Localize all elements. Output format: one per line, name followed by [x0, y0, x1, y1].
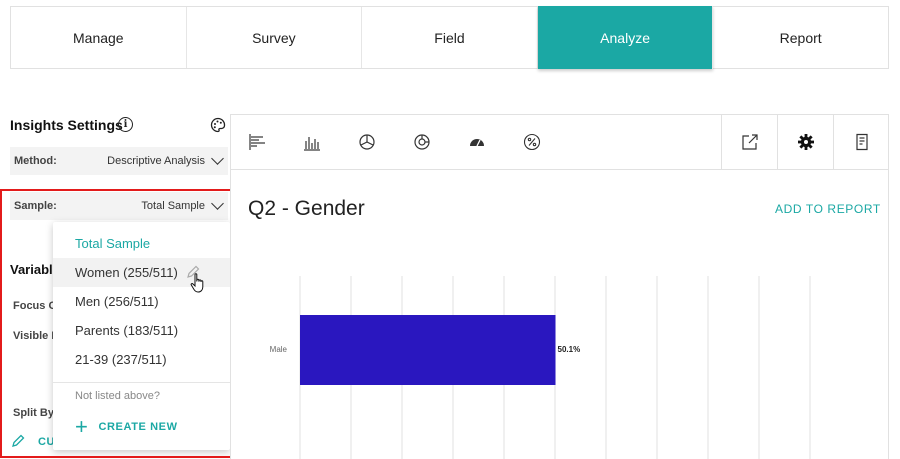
tab-survey[interactable]: Survey	[187, 7, 363, 68]
tab-field[interactable]: Field	[362, 7, 538, 68]
percentage-chart-icon[interactable]	[523, 133, 541, 151]
info-icon[interactable]: i	[118, 117, 133, 132]
method-value: Descriptive Analysis	[107, 155, 205, 167]
gear-icon	[797, 134, 814, 150]
gauge-chart-icon[interactable]	[468, 133, 486, 151]
bar-chart: Male 50.1%	[270, 276, 811, 459]
chart-title: Q2 - Gender	[248, 197, 365, 220]
settings-button[interactable]	[777, 115, 833, 169]
tab-report[interactable]: Report	[713, 7, 888, 68]
top-nav: Manage Survey Field Analyze Report	[10, 6, 889, 69]
external-link-icon	[741, 134, 758, 150]
highlight-box	[0, 189, 237, 458]
donut-chart-icon[interactable]	[413, 133, 431, 151]
insights-settings-title: Insights Settings	[10, 117, 123, 133]
method-label: Method:	[14, 155, 57, 167]
document-icon	[855, 133, 868, 151]
tab-manage[interactable]: Manage	[11, 7, 187, 68]
chevron-down-icon	[211, 152, 224, 165]
horizontal-bar-chart-icon[interactable]	[249, 133, 267, 151]
add-to-report-button[interactable]: ADD TO REPORT	[775, 202, 881, 216]
tab-analyze[interactable]: Analyze	[537, 6, 714, 69]
bar-male[interactable]	[300, 315, 556, 385]
method-select[interactable]: Method: Descriptive Analysis	[10, 147, 228, 175]
chart-toolbar	[230, 114, 889, 170]
notes-button[interactable]	[833, 115, 889, 169]
value-label: 50.1%	[558, 345, 581, 354]
pie-chart-icon[interactable]	[358, 133, 376, 151]
column-chart-icon[interactable]	[303, 133, 321, 151]
palette-icon[interactable]	[210, 117, 226, 133]
export-button[interactable]	[721, 115, 777, 169]
category-label: Male	[270, 345, 288, 354]
